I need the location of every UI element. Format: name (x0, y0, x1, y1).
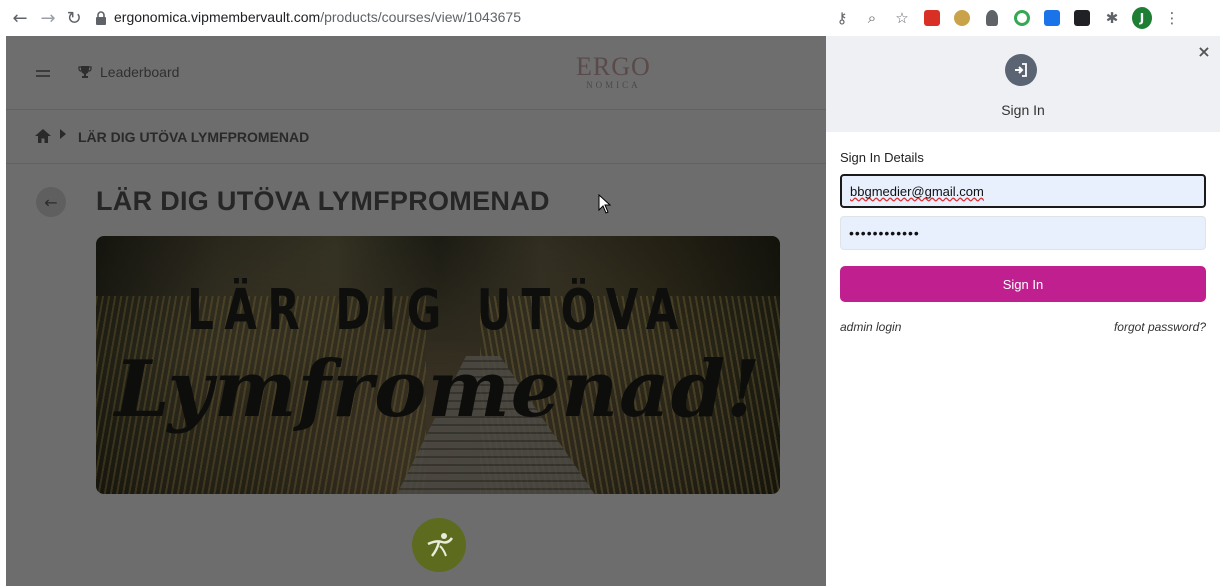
banner-heading: LÄR DIG UTÖVA (187, 278, 689, 343)
url-path: /products/courses/view/1043675 (320, 9, 521, 25)
home-icon[interactable] (34, 128, 52, 144)
logo-line1: ERGO (576, 52, 651, 81)
breadcrumb: LÄR DIG UTÖVA LYMFPROMENAD (6, 110, 826, 164)
hamburger-icon[interactable] (36, 70, 50, 80)
ergonomica-logo[interactable]: ERGO NOMICA (576, 52, 651, 91)
leaderboard-link[interactable]: Leaderboard (78, 64, 179, 80)
browser-toolbar: ← → ↻ ergonomica.vipmembervault.com/prod… (0, 0, 1220, 36)
logo-line2: NOMICA (586, 80, 641, 90)
sign-in-details-label: Sign In Details (840, 150, 924, 165)
mouse-cursor-icon (598, 194, 612, 214)
banner-script-text: Lymfromenad! (114, 344, 762, 435)
address-bar[interactable]: ergonomica.vipmembervault.com/products/c… (114, 9, 521, 25)
top-nav: Leaderboard ERGO NOMICA (6, 36, 826, 110)
extension-icon[interactable] (982, 6, 1002, 30)
leaderboard-label: Leaderboard (100, 64, 180, 80)
close-icon[interactable]: × (1196, 44, 1212, 60)
key-icon[interactable]: ⚷ (832, 6, 852, 30)
puzzle-icon[interactable]: ✱ (1102, 6, 1122, 30)
chevron-right-icon (60, 129, 66, 139)
email-field[interactable]: bbgmedier@gmail.com (840, 174, 1206, 208)
sign-in-button[interactable]: Sign In (840, 266, 1206, 302)
lock-icon[interactable] (94, 10, 108, 26)
extension-icon[interactable] (1012, 6, 1032, 30)
star-icon[interactable]: ☆ (892, 6, 912, 30)
extension-icon[interactable] (952, 6, 972, 30)
profile-avatar[interactable]: J (1132, 6, 1152, 30)
extension-icon[interactable] (1072, 6, 1092, 30)
course-banner-image: LÄR DIG UTÖVA Lymfromenad! (96, 236, 780, 494)
password-value: •••••••••••• (849, 225, 920, 241)
page-title: LÄR DIG UTÖVA LYMFPROMENAD (96, 186, 550, 216)
reload-icon[interactable]: ↻ (62, 6, 86, 30)
url-domain: ergonomica.vipmembervault.com (114, 9, 321, 25)
password-field[interactable]: •••••••••••• (840, 216, 1206, 250)
breadcrumb-current: LÄR DIG UTÖVA LYMFPROMENAD (78, 129, 310, 145)
extension-icon[interactable] (1042, 6, 1062, 30)
forgot-password-link[interactable]: forgot password? (1100, 320, 1206, 334)
zoom-icon[interactable]: ⌕ (862, 6, 882, 30)
sign-in-panel: × Sign In Sign In Details bbgmedier@gmai… (826, 36, 1220, 586)
trophy-icon (78, 66, 92, 78)
extension-icon[interactable] (922, 6, 942, 30)
back-button[interactable]: ← (36, 187, 66, 217)
admin-login-link[interactable]: admin login (840, 320, 901, 334)
sign-in-icon (1005, 54, 1037, 86)
email-value: bbgmedier@gmail.com (850, 183, 984, 199)
sign-in-header: × Sign In (826, 36, 1220, 132)
menu-icon[interactable]: ⋮ (1162, 6, 1182, 30)
back-arrow-icon[interactable]: ← (8, 6, 32, 30)
sign-in-title: Sign In (1001, 102, 1045, 118)
course-page: Leaderboard ERGO NOMICA LÄR DIG UTÖVA LY… (6, 36, 826, 586)
figure-icon (427, 533, 454, 557)
forward-arrow-icon[interactable]: → (36, 6, 60, 30)
ergonomica-emblem-icon (412, 518, 466, 572)
